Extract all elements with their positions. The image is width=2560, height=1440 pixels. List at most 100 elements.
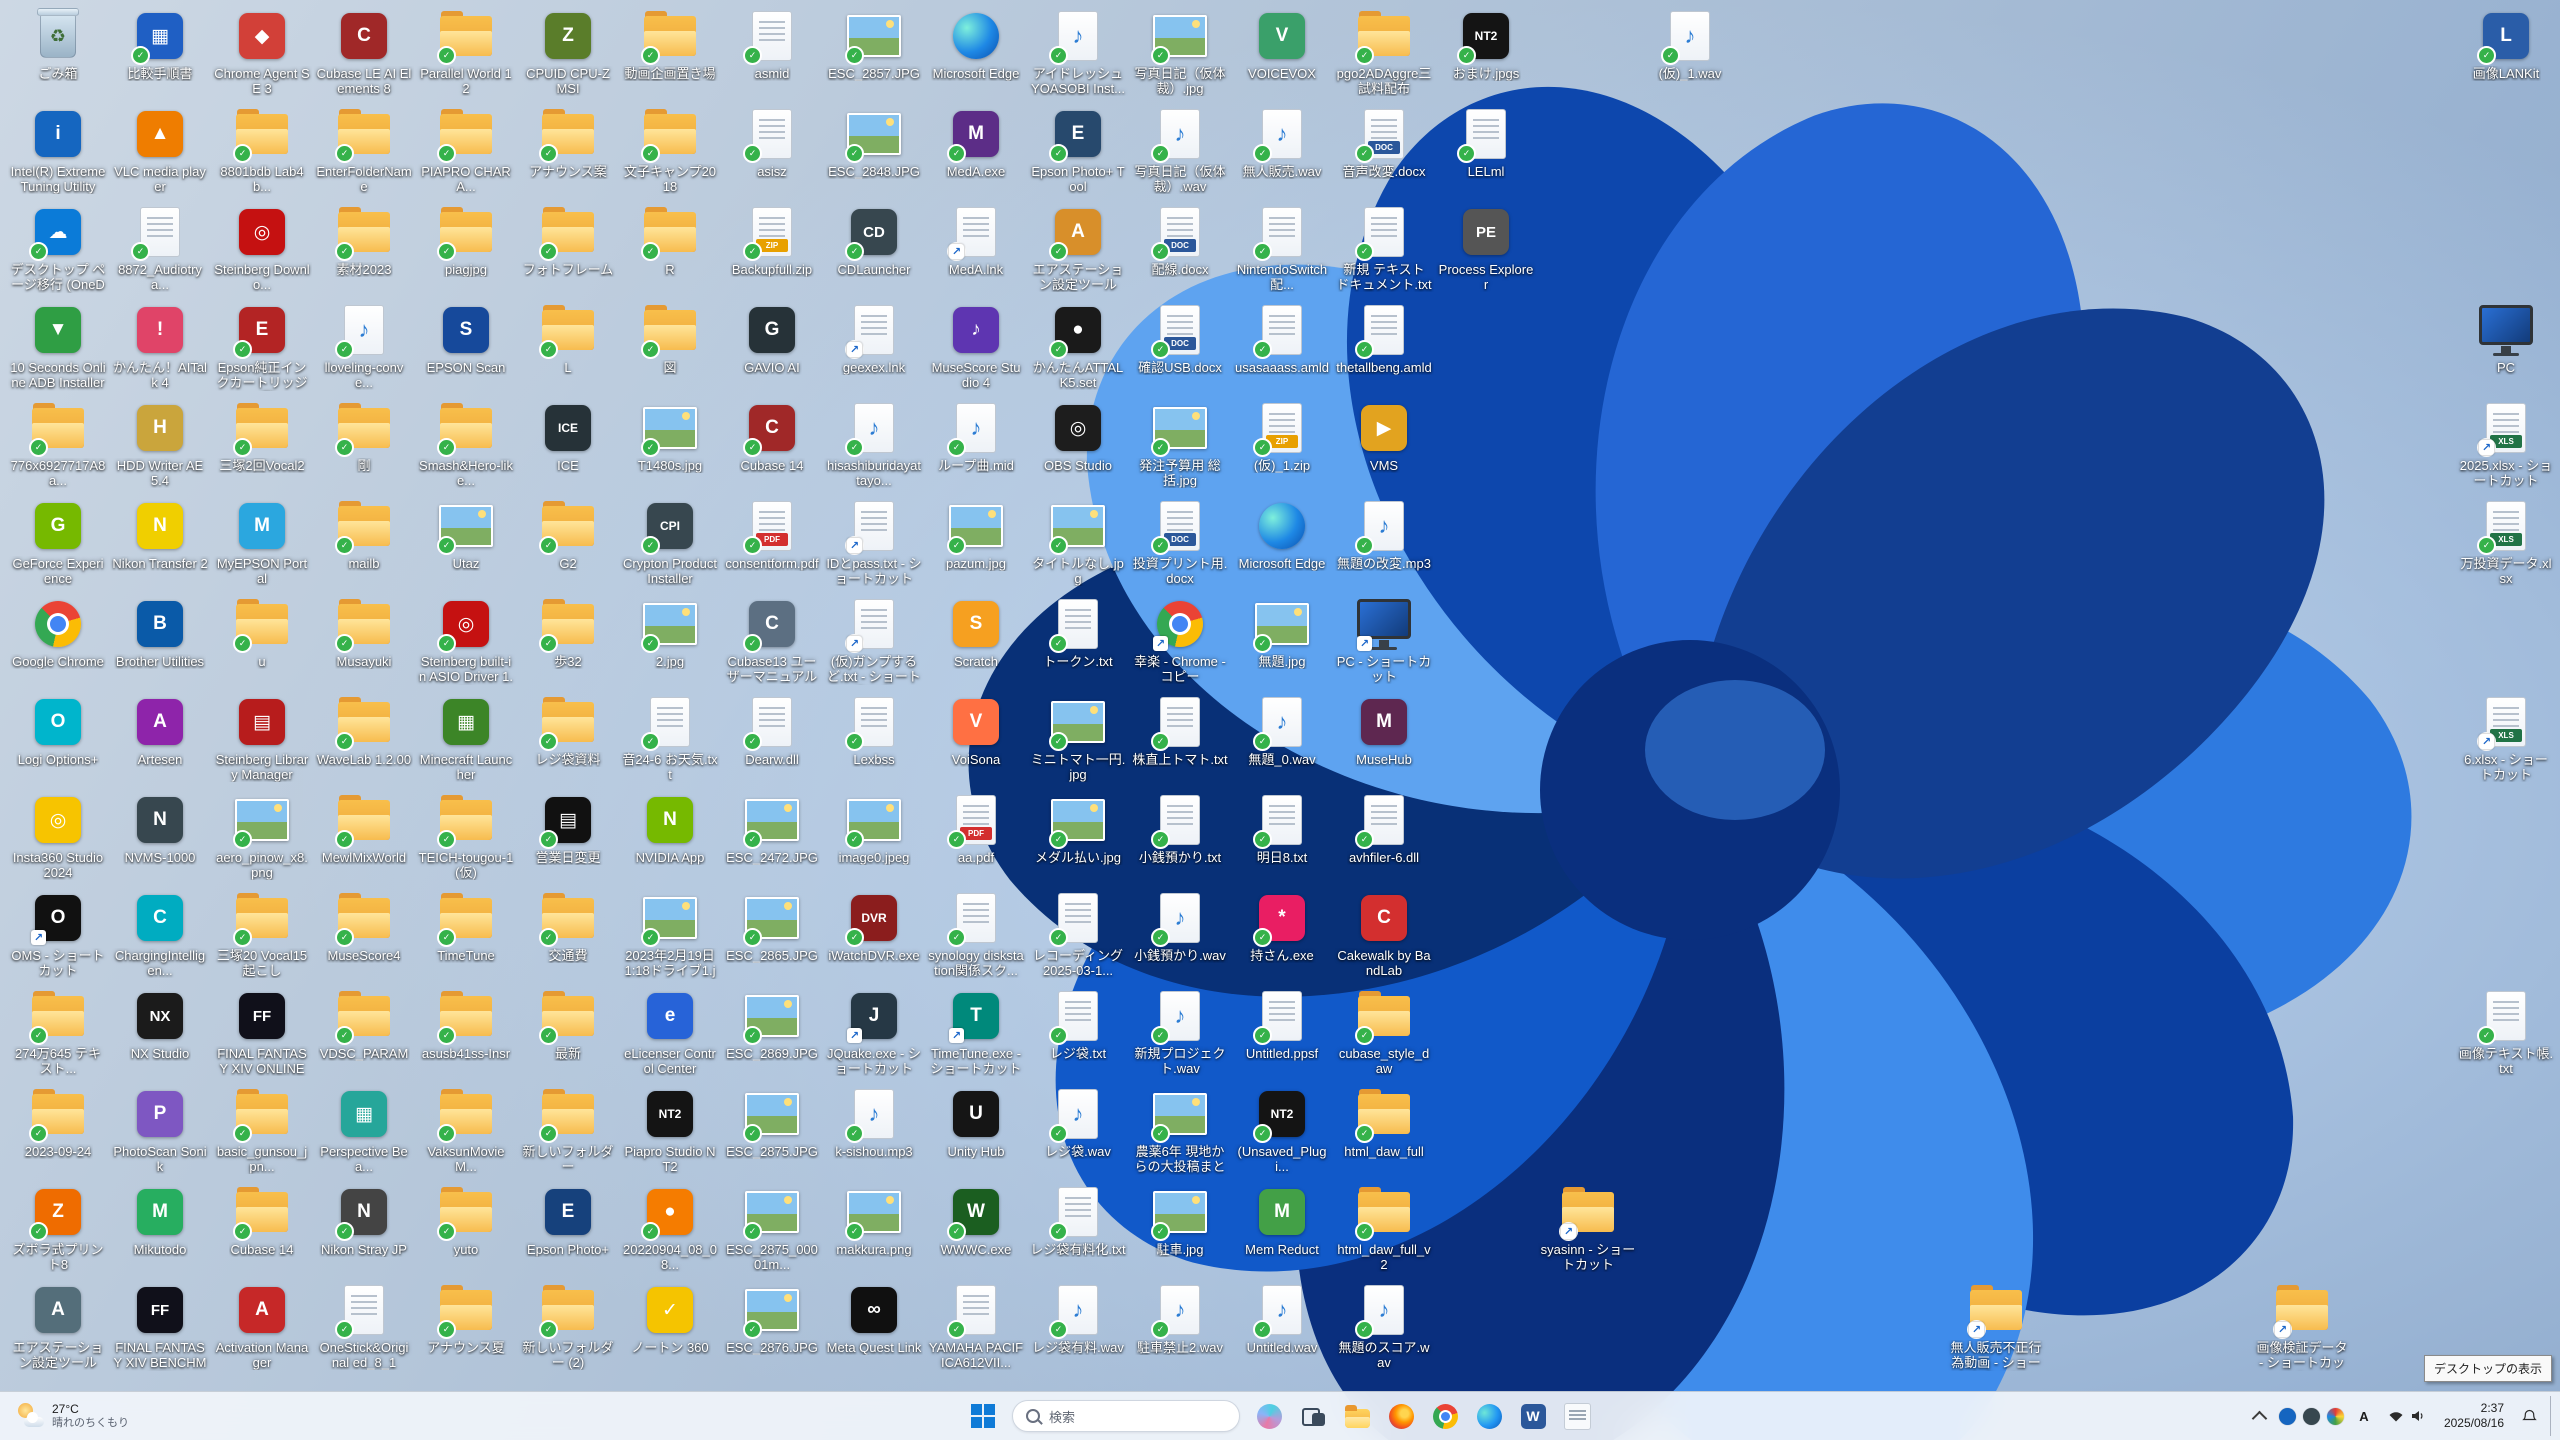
desktop-icon[interactable]: XLS↗✓2025.xlsx - ショートカット: [2456, 398, 2556, 495]
desktop-icon[interactable]: ✓ 音24-6 お天気.txt: [620, 692, 720, 789]
desktop-icon[interactable]: ✓ image0.jpeg: [824, 790, 924, 887]
desktop-icon[interactable]: ✓ 写真日記（仮体裁）.jpg: [1130, 6, 1230, 103]
desktop-icon[interactable]: DOC ✓ 音声改変.docx: [1334, 104, 1434, 201]
desktop-icon[interactable]: ♪ MuseScore Studio 4: [926, 300, 1026, 397]
desktop-icon[interactable]: ✓k-sishou.mp3: [824, 1084, 924, 1181]
desktop-icon[interactable]: V VoiSona: [926, 692, 1026, 789]
desktop-icon[interactable]: ✓ トークン.txt: [1028, 594, 1128, 691]
desktop-icon[interactable]: ✓ pazum.jpg: [926, 496, 1026, 593]
system-status-button[interactable]: [2381, 1396, 2433, 1436]
desktop-icon[interactable]: ✓ OneStick&Original ed_8_1: [314, 1280, 414, 1377]
desktop-icon[interactable]: M Mikutodo: [110, 1182, 210, 1279]
hidden-icons-button[interactable]: [2247, 1396, 2272, 1436]
desktop-icon[interactable]: ✓(仮)_1.wav: [1640, 6, 1740, 103]
desktop-icon[interactable]: M Mem Reduct: [1232, 1182, 1332, 1279]
desktop-icon[interactable]: NT2 ✓ (Unsaved_Plugi...: [1232, 1084, 1332, 1181]
desktop-icon[interactable]: ▼ 10 Seconds Online ADB Installer a...: [8, 300, 108, 397]
desktop-icon[interactable]: ✓ synology diskstation関係スク...: [926, 888, 1026, 985]
desktop-icon[interactable]: ✓ makkura.png: [824, 1182, 924, 1279]
desktop-icon[interactable]: E ✓ Epson Photo+ Tool: [1028, 104, 1128, 201]
desktop-icon[interactable]: J ↗ JQuake.exe - ショートカット: [824, 986, 924, 1083]
desktop-icon[interactable]: ◎✓Steinberg built-in ASIO Driver 1.09: [416, 594, 516, 691]
desktop-icon[interactable]: DOC ✓ 配線.docx: [1130, 202, 1230, 299]
desktop-icon[interactable]: ▶ VMS: [1334, 398, 1434, 495]
chrome-button[interactable]: [1425, 1396, 1465, 1436]
desktop-icon[interactable]: ✓ WaveLab 1.2.00: [314, 692, 414, 789]
clock-button[interactable]: 2:37 2025/08/16: [2437, 1401, 2511, 1431]
desktop-icon[interactable]: N ✓ Nikon Stray JP: [314, 1182, 414, 1279]
desktop-icon[interactable]: ✓ TEICH-tougou-1(仮): [416, 790, 516, 887]
start-button[interactable]: [963, 1396, 1003, 1436]
desktop-icon[interactable]: ! かんたん！AITalk 4: [110, 300, 210, 397]
desktop-icon[interactable]: ✓ G2: [518, 496, 618, 593]
desktop-icon[interactable]: NT2 ✓ おまけ.jpgs: [1436, 6, 1536, 103]
weather-widget[interactable]: 27°C 晴れのちくもり: [8, 1396, 139, 1436]
desktop-icon[interactable]: ✓写真日記（仮体裁）.wav: [1130, 104, 1230, 201]
desktop-icon[interactable]: ✓ 新しいフォルダー: [518, 1084, 618, 1181]
desktop-icon[interactable]: E Epson Photo+: [518, 1182, 618, 1279]
desktop-icon[interactable]: ✓ 無題.jpg: [1232, 594, 1332, 691]
desktop-icon[interactable]: ✓レジ袋有料.wav: [1028, 1280, 1128, 1377]
desktop-icon[interactable]: ✓ Dearw.dll: [722, 692, 822, 789]
desktop-icon[interactable]: ✓Untitled.wav: [1232, 1280, 1332, 1377]
desktop-icon[interactable]: U Unity Hub: [926, 1084, 1026, 1181]
desktop-icon[interactable]: ✓ MuseScore4: [314, 888, 414, 985]
desktop-icon[interactable]: NT2 Piapro Studio NT2: [620, 1084, 720, 1181]
desktop-icon[interactable]: Microsoft Edge: [926, 6, 1026, 103]
desktop-icon[interactable]: ☁✓デスクトップ ページ移行 (OneDri...: [8, 202, 108, 299]
tray-app-dark-icon[interactable]: [2302, 1407, 2320, 1425]
desktop-icon[interactable]: ✓駐車禁止2.wav: [1130, 1280, 1230, 1377]
desktop-icon[interactable]: DVR ✓ iWatchDVR.exe: [824, 888, 924, 985]
desktop-icon[interactable]: ✓hisashiburidayattayo...: [824, 398, 924, 495]
desktop-icon[interactable]: ✓小銭預かり.wav: [1130, 888, 1230, 985]
firefox-button[interactable]: [1381, 1396, 1421, 1436]
desktop-icon[interactable]: N NVMS-1000: [110, 790, 210, 887]
desktop-icon[interactable]: V VOICEVOX: [1232, 6, 1332, 103]
desktop-icon[interactable]: ✓ ESC_2875_00001m...: [722, 1182, 822, 1279]
desktop-icon[interactable]: P PhotoScan Sonik: [110, 1084, 210, 1181]
desktop-icon[interactable]: S Scratch: [926, 594, 1026, 691]
desktop-icon[interactable]: ✓レジ袋.wav: [1028, 1084, 1128, 1181]
desktop-icon[interactable]: ✓ レコーディング 2025-03-1...: [1028, 888, 1128, 985]
desktop-icon[interactable]: ↗✓geexex.lnk: [824, 300, 924, 397]
desktop-icon[interactable]: A エアステーション設定ツール: [8, 1280, 108, 1377]
desktop-icon[interactable]: ✓ 発注予算用 総括.jpg: [1130, 398, 1230, 495]
desktop-icon[interactable]: ✓ フォトフレーム: [518, 202, 618, 299]
desktop-icon[interactable]: ✓無題_0.wav: [1232, 692, 1332, 789]
desktop-icon[interactable]: ✓ NintendoSwitch配...: [1232, 202, 1332, 299]
desktop-icon[interactable]: ✓ mailb: [314, 496, 414, 593]
desktop-icon[interactable]: ✓ タイトルなし.jpg: [1028, 496, 1128, 593]
desktop-icon[interactable]: ✓ 新しいフォルダー (2): [518, 1280, 618, 1377]
desktop-icon[interactable]: ✓lloveling-conve...: [314, 300, 414, 397]
desktop-icon[interactable]: ✓ Musayuki: [314, 594, 414, 691]
desktop-icon[interactable]: ✓ piagjpg: [416, 202, 516, 299]
desktop-icon[interactable]: A Activation Manager: [212, 1280, 312, 1377]
ime-mode-button[interactable]: A: [2351, 1396, 2377, 1436]
desktop-icon[interactable]: ✓ 図: [620, 300, 720, 397]
desktop-icon[interactable]: DOC ✓ 投資プリント用.docx: [1130, 496, 1230, 593]
desktop-icon[interactable]: PE Process Explorer: [1436, 202, 1536, 299]
desktop-icon[interactable]: ✓ レジ袋有料化.txt: [1028, 1182, 1128, 1279]
desktop-icon[interactable]: ✓ 2.jpg: [620, 594, 720, 691]
desktop-icon[interactable]: ▲ VLC media player: [110, 104, 210, 201]
desktop-icon[interactable]: ICE ICE: [518, 398, 618, 495]
desktop-icon[interactable]: ✓ ミニトマト一円.jpg: [1028, 692, 1128, 789]
desktop-icon[interactable]: ✓ 最新: [518, 986, 618, 1083]
desktop-icon[interactable]: ✓無題の改変.mp3: [1334, 496, 1434, 593]
desktop-icon[interactable]: ✓ ESC_2848.JPG: [824, 104, 924, 201]
desktop-icon[interactable]: C Cakewalk by BandLab: [1334, 888, 1434, 985]
desktop-icon[interactable]: ✓ Lexbss: [824, 692, 924, 789]
desktop-icon[interactable]: DOC ✓ 確認USB.docx: [1130, 300, 1230, 397]
desktop-icon[interactable]: ✓ asisz: [722, 104, 822, 201]
desktop-icon[interactable]: ✓ ESC_2876.JPG: [722, 1280, 822, 1377]
desktop-icon[interactable]: M ✓ MedA.exe: [926, 104, 1026, 201]
desktop-icon[interactable]: ✓ループ曲.mid: [926, 398, 1026, 495]
desktop-icon[interactable]: ✓ ESC_2472.JPG: [722, 790, 822, 887]
desktop-icon[interactable]: PDF ✓ aa.pdf: [926, 790, 1026, 887]
desktop-icon[interactable]: ✓ ESC_2869.JPG: [722, 986, 822, 1083]
desktop-icon[interactable]: CPI ✓ Crypton Product Installer: [620, 496, 720, 593]
desktop-icon[interactable]: O Logi Options+: [8, 692, 108, 789]
desktop-icon[interactable]: XLS ✓ 万投資データ.xlsx: [2456, 496, 2556, 593]
desktop-icon[interactable]: M MuseHub: [1334, 692, 1434, 789]
desktop[interactable]: ごみ箱▦✓比較手順書◆Chrome Agent SE 3CCubase LE A…: [0, 0, 2560, 1440]
